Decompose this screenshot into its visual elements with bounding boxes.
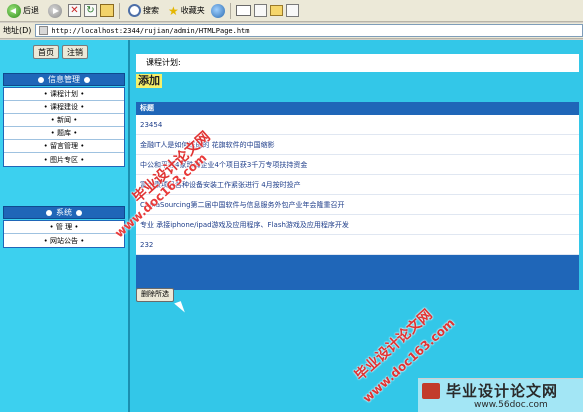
bullet-icon [84,76,90,83]
menu-system-list: • 管 理 • • 网站公告 • [3,220,125,248]
browser-toolbar: 后退 ✕ ↻ 搜索 ★ 收藏夹 [0,0,583,22]
forward-arrow-icon [48,3,62,18]
brand-watermark: 毕业设计论文网 www.56doc.com [418,378,583,412]
page-area: 首页 注销 信息管理 • 课程计划 • • 课程建设 • • 新闻 • • 题库… [0,40,583,412]
menu-item-news[interactable]: • 新闻 • [4,114,124,127]
brand-logo-icon [422,383,440,399]
search-label: 搜索 [143,6,159,15]
address-url: http://localhost:2344/rujian/admin/HTMLP… [51,26,250,35]
bullet-icon [76,209,82,216]
menu-item-message-management[interactable]: • 留言管理 • [4,140,124,153]
forward-button[interactable] [45,2,65,20]
menu-item-management[interactable]: • 管 理 • [4,221,124,234]
bullet-icon [46,209,52,216]
favorites-button[interactable]: ★ 收藏夹 [165,2,208,20]
watermark-text: 毕业设计论文网 [352,306,436,385]
menu-title: 信息管理 [48,75,80,84]
table-row[interactable]: 专业 承接iphone/ipad游戏及应用程序、Flash游戏及应用程序开发 [136,215,579,235]
menu-item-image-zone[interactable]: • 图片专区 • [4,153,124,166]
table-header-title: 标题 [140,104,154,112]
back-button[interactable]: 后退 [4,2,42,20]
menu-system-header[interactable]: 系统 [3,206,125,219]
home-icon[interactable] [100,4,114,17]
toolbar-separator [229,2,231,19]
bullet-icon [38,76,44,83]
table-row[interactable]: 金融IT人是如何炼成的 花旗软件的中国缩影 [136,135,579,155]
menu-info-management-header[interactable]: 信息管理 [3,73,125,86]
star-icon: ★ [168,3,179,18]
logout-button[interactable]: 注销 [62,45,88,59]
brand-title: 毕业设计论文网 [446,382,559,400]
menu-info-management-list: • 课程计划 • • 课程建设 • • 新闻 • • 题库 • • 留言管理 •… [3,87,125,167]
menu-item-question-bank[interactable]: • 题库 • [4,127,124,140]
course-plan-table: 标题 23454 金融IT人是如何炼成的 花旗软件的中国缩影 中公和平等4家珠海… [136,102,579,290]
print-icon[interactable] [253,4,267,17]
add-button[interactable]: 添加 [136,74,162,88]
breadcrumb: 课程计划: [136,54,579,72]
menu-title: 系统 [56,208,72,217]
menu-item-site-notice[interactable]: • 网站公告 • [4,234,124,247]
table-row[interactable]: 中公和平等4家珠海企业4个项目获3千万专项扶持资金 [136,155,579,175]
brand-url: www.56doc.com [474,400,548,410]
folder-icon[interactable] [269,5,283,16]
menu-item-course-plan[interactable]: • 课程计划 • [4,88,124,101]
favorites-label: 收藏夹 [180,6,205,15]
delete-selected-button[interactable]: 删除所选 [136,288,174,302]
back-arrow-icon [7,3,21,18]
table-footer [136,255,579,272]
mouse-cursor-icon [174,301,185,315]
toolbar-separator [119,2,120,19]
media-icon[interactable] [210,3,225,18]
top-buttons: 首页 注销 [33,45,88,59]
home-page-button[interactable]: 首页 [33,45,59,59]
refresh-icon[interactable]: ↻ [84,4,97,17]
table-row[interactable]: ChinaSourcing第二届中国软件与信息服务外包产业年会隆重召开 [136,195,579,215]
page-icon [39,26,49,35]
main-content: 课程计划: 添加 标题 23454 金融IT人是如何炼成的 花旗软件的中国缩影 … [136,54,579,290]
search-button[interactable]: 搜索 [125,2,162,20]
search-icon [128,4,141,17]
stop-icon[interactable]: ✕ [68,4,81,17]
discuss-icon[interactable] [285,4,299,17]
left-frame: 首页 注销 信息管理 • 课程计划 • • 课程建设 • • 新闻 • • 题库… [0,40,130,412]
table-row[interactable]: 232 [136,235,579,255]
address-label: 地址(D) [3,26,32,35]
back-label: 后退 [23,6,39,15]
menu-item-course-building[interactable]: • 课程建设 • [4,101,124,114]
address-input[interactable]: http://localhost:2344/rujian/admin/HTMLP… [35,24,583,37]
table-row[interactable]: 23454 [136,115,579,135]
table-row[interactable]: 富士康项目各种设备安装工作紧张进行 4月按时投产 [136,175,579,195]
mail-icon[interactable] [235,5,251,16]
address-bar: 地址(D) http://localhost:2344/rujian/admin… [0,23,583,39]
